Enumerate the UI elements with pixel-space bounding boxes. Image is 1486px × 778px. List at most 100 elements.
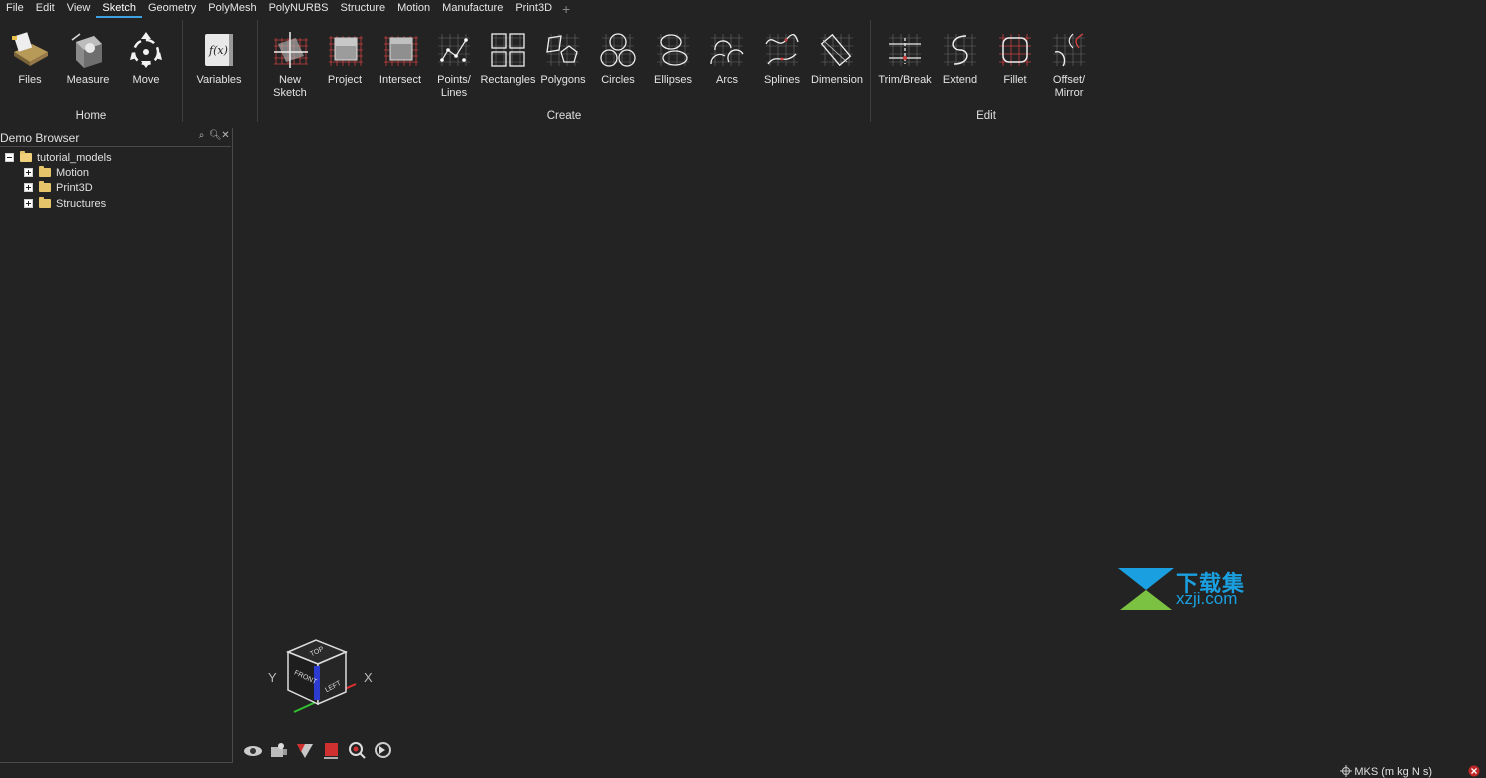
points-lines-button[interactable]: Points/ Lines <box>426 30 482 99</box>
axis-x-label: X <box>364 670 373 685</box>
tree-item-root[interactable]: tutorial_models <box>5 150 112 165</box>
crosshair-icon[interactable] <box>1340 765 1352 777</box>
units-selector[interactable]: MKS (m kg N s) <box>1354 766 1432 778</box>
menu-view[interactable]: View <box>61 0 97 18</box>
file-tree: tutorial_models Motion Print3D Structure… <box>0 146 231 762</box>
zoom-fit-icon[interactable] <box>347 740 367 760</box>
rectangles-icon <box>491 33 525 67</box>
dimension-button[interactable]: Dimension <box>809 30 865 87</box>
trim-break-button[interactable]: Trim/Break <box>877 30 933 87</box>
menu-structure[interactable]: Structure <box>335 0 392 18</box>
watermark-emblem-icon <box>1118 568 1174 610</box>
menu-file[interactable]: File <box>0 0 30 18</box>
tree-item-label: Motion <box>56 166 90 179</box>
project-label: Project <box>327 74 363 86</box>
points-lines-label: Points/ Lines <box>437 74 471 99</box>
new-sketch-button[interactable]: New Sketch <box>262 30 318 99</box>
edit-group: Trim/Break Extend Fillet Offset/ Mirror … <box>871 20 1101 124</box>
expand-icon[interactable] <box>24 199 33 208</box>
svg-text:f(x): f(x) <box>208 44 228 57</box>
folder-icon <box>39 197 51 208</box>
ellipses-button[interactable]: Ellipses <box>645 30 701 87</box>
menu-polynurbs[interactable]: PolyNURBS <box>263 0 335 18</box>
tree-item-motion[interactable]: Motion <box>24 165 89 180</box>
close-icon[interactable]: ✕ <box>221 130 230 141</box>
collapse-icon[interactable] <box>5 153 14 162</box>
new-sketch-label: New Sketch <box>273 74 307 99</box>
watermark-logo: 下载集 xzji.com <box>1118 566 1258 612</box>
menu-edit[interactable]: Edit <box>30 0 61 18</box>
menu-geometry[interactable]: Geometry <box>142 0 202 18</box>
variables-label: Variables <box>196 74 242 86</box>
project-button[interactable]: Project <box>317 30 373 87</box>
variables-group: f(x) Variables <box>183 20 257 124</box>
menu-bar: File Edit View Sketch Geometry PolyMesh … <box>0 0 1486 18</box>
polygons-button[interactable]: Polygons <box>535 30 591 87</box>
trim-break-icon <box>889 34 921 66</box>
shaded-view-icon[interactable] <box>321 740 341 760</box>
menu-manufacture[interactable]: Manufacture <box>436 0 509 18</box>
move-button[interactable]: Move <box>118 30 174 87</box>
camera-icon[interactable] <box>269 740 289 760</box>
binoculars-icon[interactable]: ⌕ <box>197 130 206 141</box>
measure-icon <box>71 33 102 68</box>
polygons-label: Polygons <box>540 74 586 86</box>
circles-label: Circles <box>601 74 635 86</box>
create-group-label: Create <box>546 110 582 122</box>
trim-break-label: Trim/Break <box>878 74 932 86</box>
function-icon: f(x) <box>205 34 233 66</box>
measure-label: Measure <box>66 74 110 86</box>
ellipses-icon <box>657 34 689 66</box>
extend-button[interactable]: Extend <box>932 30 988 87</box>
folder-open-icon <box>20 151 32 162</box>
ribbon: Files Measure Move Home f(x) Variables N… <box>0 20 1486 124</box>
error-icon[interactable] <box>1468 765 1480 777</box>
offset-mirror-button[interactable]: Offset/ Mirror <box>1041 30 1097 99</box>
tree-item-label: Structures <box>56 197 107 210</box>
tree-item-structures[interactable]: Structures <box>24 196 106 211</box>
status-bar: MKS (m kg N s) <box>0 764 1486 778</box>
tree-item-print3d[interactable]: Print3D <box>24 180 93 195</box>
rectangles-button[interactable]: Rectangles <box>480 30 536 87</box>
home-group-label: Home <box>75 110 107 122</box>
search-icon[interactable]: 🔍︎ <box>209 130 222 141</box>
view-cube[interactable]: TOP FRONT LEFT Y X <box>264 630 384 720</box>
dimension-label: Dimension <box>811 74 863 86</box>
project-icon <box>329 36 363 66</box>
rectangles-label: Rectangles <box>480 74 536 86</box>
eye-icon[interactable] <box>243 740 263 760</box>
expand-icon[interactable] <box>24 168 33 177</box>
splines-button[interactable]: Splines <box>754 30 810 87</box>
offset-mirror-label: Offset/ Mirror <box>1052 74 1086 99</box>
rotate-view-icon[interactable] <box>373 740 393 760</box>
watermark-en-text: xzji.com <box>1176 589 1238 608</box>
arcs-button[interactable]: Arcs <box>699 30 755 87</box>
menu-sketch[interactable]: Sketch <box>96 0 142 18</box>
view-toolbar <box>243 740 393 760</box>
intersect-button[interactable]: Intersect <box>372 30 428 87</box>
expand-icon[interactable] <box>24 183 33 192</box>
folder-icon <box>39 181 51 192</box>
menu-print3d[interactable]: Print3D <box>509 0 558 18</box>
axis-y-label: Y <box>268 670 277 685</box>
files-button[interactable]: Files <box>2 30 58 87</box>
offset-mirror-icon <box>1053 33 1085 67</box>
menu-polymesh[interactable]: PolyMesh <box>202 0 262 18</box>
demo-browser-title: Demo Browser <box>0 131 80 145</box>
points-lines-icon <box>438 34 470 66</box>
variables-button[interactable]: f(x) Variables <box>191 30 247 87</box>
circles-button[interactable]: Circles <box>590 30 646 87</box>
new-sketch-icon <box>274 32 308 68</box>
polygons-icon <box>546 34 579 66</box>
add-tab-button[interactable]: + <box>558 1 574 17</box>
edit-group-label: Edit <box>976 110 996 122</box>
fillet-button[interactable]: Fillet <box>987 30 1043 87</box>
measure-button[interactable]: Measure <box>60 30 116 87</box>
create-group: New Sketch Project Intersect Points/ Lin… <box>258 20 870 124</box>
tree-item-label: Print3D <box>56 181 93 194</box>
menu-motion[interactable]: Motion <box>391 0 436 18</box>
arcs-label: Arcs <box>716 74 738 86</box>
section-icon[interactable] <box>295 740 315 760</box>
home-group: Files Measure Move Home <box>0 20 182 124</box>
fillet-label: Fillet <box>1003 74 1027 86</box>
